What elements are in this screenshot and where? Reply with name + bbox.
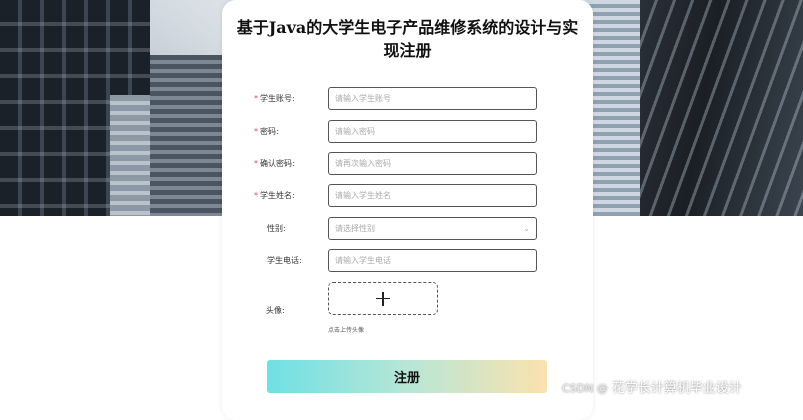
student-name-label: 学生姓名: [260,191,295,200]
field-student-account: * 学生账号: 请输入学生账号 [222,87,593,113]
password-input[interactable]: 请输入密码 [328,120,537,143]
required-mark: * [254,127,258,136]
csdn-mark: CSDN @ [562,382,608,395]
password-label: 密码: [260,127,279,136]
student-account-input[interactable]: 请输入学生账号 [328,87,537,110]
required-mark: * [254,191,258,200]
field-student-name: * 学生姓名: 请输入学生姓名 [222,184,593,210]
chevron-down-icon: ⌄ [523,224,530,233]
register-card: 基于Java的大学生电子产品维修系统的设计与实现注册 * 学生账号: 请输入学生账… [222,0,593,420]
watermark-author: 花学长计算机毕业设计 [611,381,742,396]
plus-icon [376,291,390,306]
upload-hint: 点击上传头像 [328,327,365,334]
field-student-phone: 学生电话: 请输入学生电话 [222,249,593,275]
gender-placeholder: 请选择性别 [335,224,375,233]
student-name-input[interactable]: 请输入学生姓名 [328,184,537,207]
avatar-upload[interactable] [328,282,438,315]
register-button[interactable]: 注册 [267,360,547,393]
required-mark: * [254,159,258,168]
watermark: CSDN @ 花学长计算机毕业设计 [562,377,742,396]
field-password: * 密码: 请输入密码 [222,120,593,146]
avatar-label: 头像: [266,306,285,315]
confirm-password-input[interactable]: 请再次输入密码 [328,152,537,175]
required-mark: * [254,94,258,103]
gender-select[interactable]: 请选择性别 ⌄ [328,217,537,240]
student-phone-input[interactable]: 请输入学生电话 [328,249,537,272]
field-confirm-password: * 确认密码: 请再次输入密码 [222,152,593,178]
field-gender: 性别: 请选择性别 ⌄ [222,217,593,243]
confirm-password-label: 确认密码: [260,159,295,168]
page-title: 基于Java的大学生电子产品维修系统的设计与实现注册 [236,18,579,60]
student-account-label: 学生账号: [260,94,295,103]
